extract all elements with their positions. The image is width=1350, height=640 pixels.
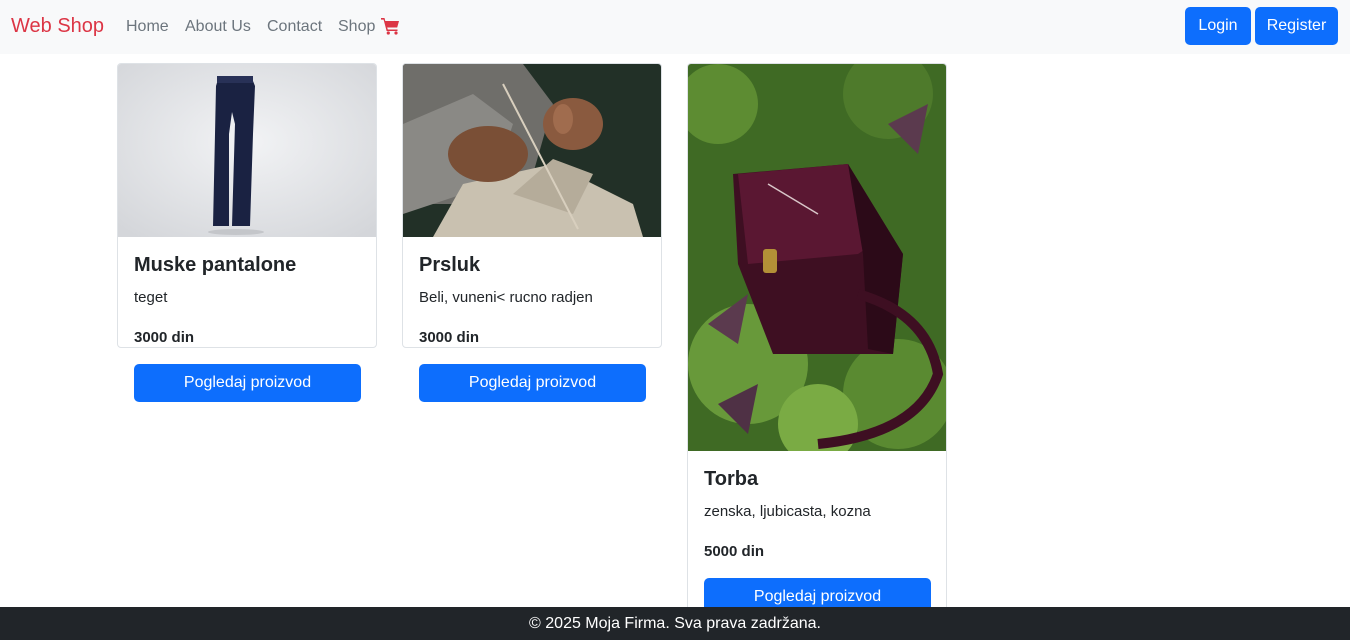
- navbar: Web Shop Home About Us Contact Shop Logi…: [0, 0, 1350, 54]
- footer-text: © 2025 Moja Firma. Sva prava zadržana.: [529, 615, 821, 632]
- nav-link-about[interactable]: About Us: [185, 18, 251, 36]
- product-image: [118, 64, 376, 237]
- product-price: 3000 din: [134, 329, 195, 346]
- product-card: Prsluk Beli, vuneni< rucno radjen 3000 d…: [402, 63, 662, 348]
- product-title: Muske pantalone: [134, 254, 297, 276]
- product-description: teget: [134, 289, 168, 306]
- product-description: Beli, vuneni< rucno radjen: [419, 289, 593, 306]
- product-card: Torba zenska, ljubicasta, kozna 5000 din: [687, 63, 947, 623]
- brand-link[interactable]: Web Shop: [11, 15, 104, 38]
- nav-link-contact[interactable]: Contact: [267, 18, 322, 36]
- product-image: [688, 64, 946, 451]
- register-button[interactable]: Register: [1255, 7, 1338, 45]
- product-title: Torba: [704, 468, 759, 490]
- view-product-button[interactable]: Pogledaj proizvod: [419, 364, 646, 402]
- login-button[interactable]: Login: [1185, 7, 1251, 45]
- view-product-button[interactable]: Pogledaj proizvod: [134, 364, 361, 402]
- footer: © 2025 Moja Firma. Sva prava zadržana.: [0, 607, 1350, 640]
- product-price: 3000 din: [419, 329, 480, 346]
- product-title: Prsluk: [419, 254, 481, 276]
- product-image: [403, 64, 661, 237]
- product-card: Muske pantalone teget 3000 din: [117, 63, 377, 348]
- cart-icon[interactable]: [381, 17, 400, 35]
- product-price: 5000 din: [704, 543, 765, 560]
- nav-link-shop[interactable]: Shop: [338, 18, 375, 36]
- product-description: zenska, ljubicasta, kozna: [704, 503, 871, 520]
- nav-link-home[interactable]: Home: [126, 18, 169, 36]
